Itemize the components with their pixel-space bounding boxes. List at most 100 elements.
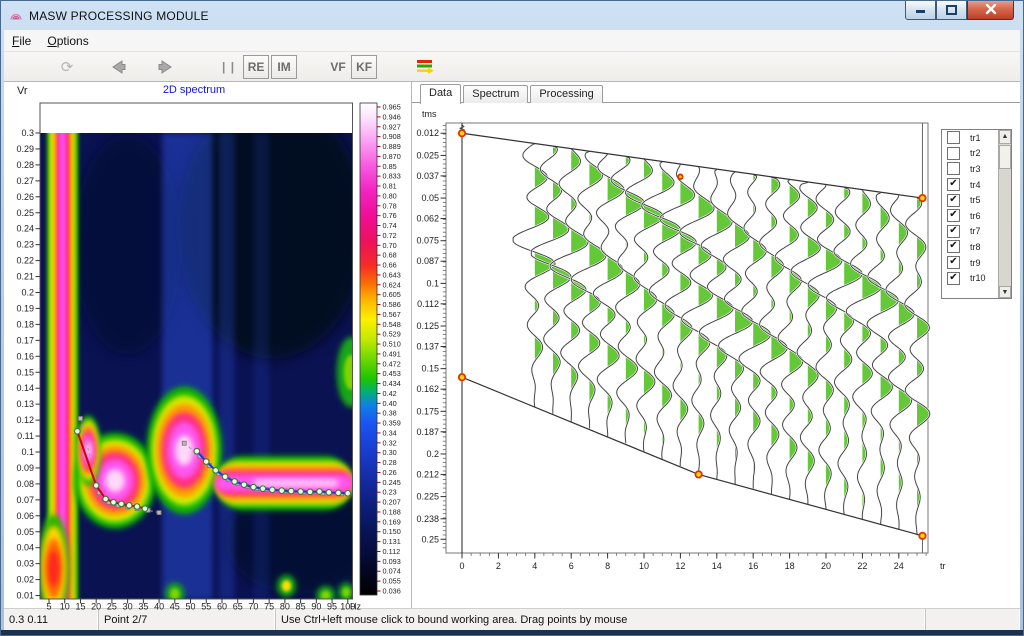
vf-button[interactable]: VF (326, 56, 350, 78)
svg-text:0.85: 0.85 (383, 162, 397, 171)
trace-checkbox[interactable]: ✔ (947, 209, 960, 222)
svg-text:0.434: 0.434 (383, 379, 401, 388)
svg-text:0.908: 0.908 (383, 132, 401, 141)
svg-text:0.07: 0.07 (16, 495, 34, 505)
svg-text:0.03: 0.03 (16, 559, 34, 569)
app-icon (8, 8, 24, 24)
spectrum-header: Vr 2D spectrum (4, 82, 411, 99)
svg-text:0.150: 0.150 (383, 527, 401, 536)
svg-text:70: 70 (248, 602, 258, 612)
svg-text:0.037: 0.037 (416, 171, 439, 181)
svg-text:0.32: 0.32 (383, 438, 397, 447)
trace-checkbox[interactable]: ✔ (947, 256, 960, 269)
svg-text:Hz: Hz (350, 602, 361, 612)
svg-text:14: 14 (712, 561, 722, 571)
svg-text:20: 20 (91, 602, 101, 612)
velocity-filter-icon[interactable] (412, 55, 438, 79)
control-point[interactable] (919, 533, 925, 539)
scroll-down-button[interactable]: ▼ (999, 286, 1011, 298)
trace-label: tr1 (970, 133, 981, 143)
control-point[interactable] (459, 374, 465, 380)
svg-text:0.74: 0.74 (383, 221, 397, 230)
svg-text:0.28: 0.28 (383, 458, 397, 467)
data-panel: Data Spectrum Processing tmstr0.0120.025… (412, 82, 1020, 608)
svg-text:10: 10 (60, 602, 70, 612)
close-button[interactable] (967, 0, 1014, 20)
trace-checkbox[interactable]: ✔ (947, 272, 960, 285)
tab-spectrum[interactable]: Spectrum (463, 85, 528, 103)
svg-text:75: 75 (264, 602, 274, 612)
trace-label: tr9 (970, 258, 981, 268)
trace-checkbox[interactable] (947, 162, 960, 175)
trace-label: tr5 (970, 195, 981, 205)
control-point[interactable] (919, 195, 925, 201)
scroll-thumb[interactable] (999, 145, 1011, 169)
svg-text:0.2: 0.2 (21, 288, 34, 298)
svg-text:0.175: 0.175 (416, 406, 439, 416)
tab-processing[interactable]: Processing (530, 85, 602, 103)
refresh-icon[interactable]: ⟳ (54, 55, 80, 79)
tab-data[interactable]: Data (420, 84, 461, 104)
svg-text:35: 35 (138, 602, 148, 612)
trace-checkbox[interactable]: ✔ (947, 240, 960, 253)
svg-text:0.12: 0.12 (16, 415, 34, 425)
svg-text:2: 2 (496, 561, 501, 571)
svg-text:0.66: 0.66 (383, 261, 397, 270)
svg-text:0.036: 0.036 (383, 587, 401, 596)
svg-text:0.245: 0.245 (383, 478, 401, 487)
trace-checkbox[interactable]: ✔ (947, 194, 960, 207)
trace-checkbox[interactable] (947, 131, 960, 144)
svg-text:15: 15 (75, 602, 85, 612)
maximize-icon (946, 5, 957, 15)
pause-button[interactable]: | | (222, 60, 235, 74)
im-button[interactable]: IM (271, 55, 297, 79)
re-button[interactable]: RE (243, 55, 269, 79)
menu-file[interactable]: File (4, 32, 39, 50)
svg-text:0.624: 0.624 (383, 280, 401, 289)
trace-checkbox[interactable]: ✔ (947, 178, 960, 191)
svg-text:8: 8 (605, 561, 610, 571)
svg-text:60: 60 (217, 602, 227, 612)
svg-text:0.087: 0.087 (416, 256, 439, 266)
svg-text:0.08: 0.08 (16, 479, 34, 489)
spectrum-panel: Vr 2D spectrum 0.30.290.280.270.260.250.… (4, 82, 412, 608)
control-point[interactable] (695, 471, 701, 477)
gather-plot[interactable]: tmstr0.0120.0250.0370.050.0620.0750.0870… (416, 105, 956, 582)
svg-text:24: 24 (894, 561, 904, 571)
kf-button[interactable]: KF (351, 55, 377, 79)
forward-icon[interactable] (154, 55, 180, 79)
svg-text:0.965: 0.965 (383, 103, 401, 112)
trace-label: tr8 (970, 242, 981, 252)
svg-text:0.025: 0.025 (416, 150, 439, 160)
data-tab-page: tmstr0.0120.0250.0370.050.0620.0750.0870… (412, 103, 1020, 611)
spectrum-plot[interactable]: 0.30.290.280.270.260.250.240.230.220.210… (5, 99, 410, 616)
menu-options[interactable]: Options (39, 32, 96, 50)
svg-text:0.14: 0.14 (16, 383, 34, 393)
svg-text:0.169: 0.169 (383, 517, 401, 526)
back-icon[interactable] (104, 55, 130, 79)
maximize-button[interactable] (936, 0, 967, 20)
scroll-up-button[interactable]: ▲ (999, 130, 1011, 144)
svg-text:65: 65 (233, 602, 243, 612)
main-content: Vr 2D spectrum 0.30.290.280.270.260.250.… (4, 82, 1020, 608)
trace-label: tr2 (970, 148, 981, 158)
svg-text:0.1: 0.1 (426, 278, 439, 288)
svg-text:12: 12 (675, 561, 685, 571)
minimize-button[interactable] (905, 0, 936, 20)
svg-text:0.833: 0.833 (383, 172, 401, 181)
svg-text:0.26: 0.26 (16, 192, 34, 202)
svg-text:0.586: 0.586 (383, 300, 401, 309)
trace-label: tr3 (970, 164, 981, 174)
control-point[interactable] (678, 174, 683, 179)
trace-list-scrollbar[interactable]: ▲▼ (998, 130, 1011, 298)
svg-text:0.889: 0.889 (383, 142, 401, 151)
svg-text:0.188: 0.188 (383, 507, 401, 516)
svg-text:0.04: 0.04 (16, 543, 34, 553)
control-point[interactable] (459, 130, 465, 136)
svg-text:0.25: 0.25 (421, 534, 439, 544)
svg-text:0.529: 0.529 (383, 330, 401, 339)
svg-text:0.137: 0.137 (416, 341, 439, 351)
trace-checkbox[interactable] (947, 147, 960, 160)
svg-text:0.23: 0.23 (16, 240, 34, 250)
trace-checkbox[interactable]: ✔ (947, 225, 960, 238)
